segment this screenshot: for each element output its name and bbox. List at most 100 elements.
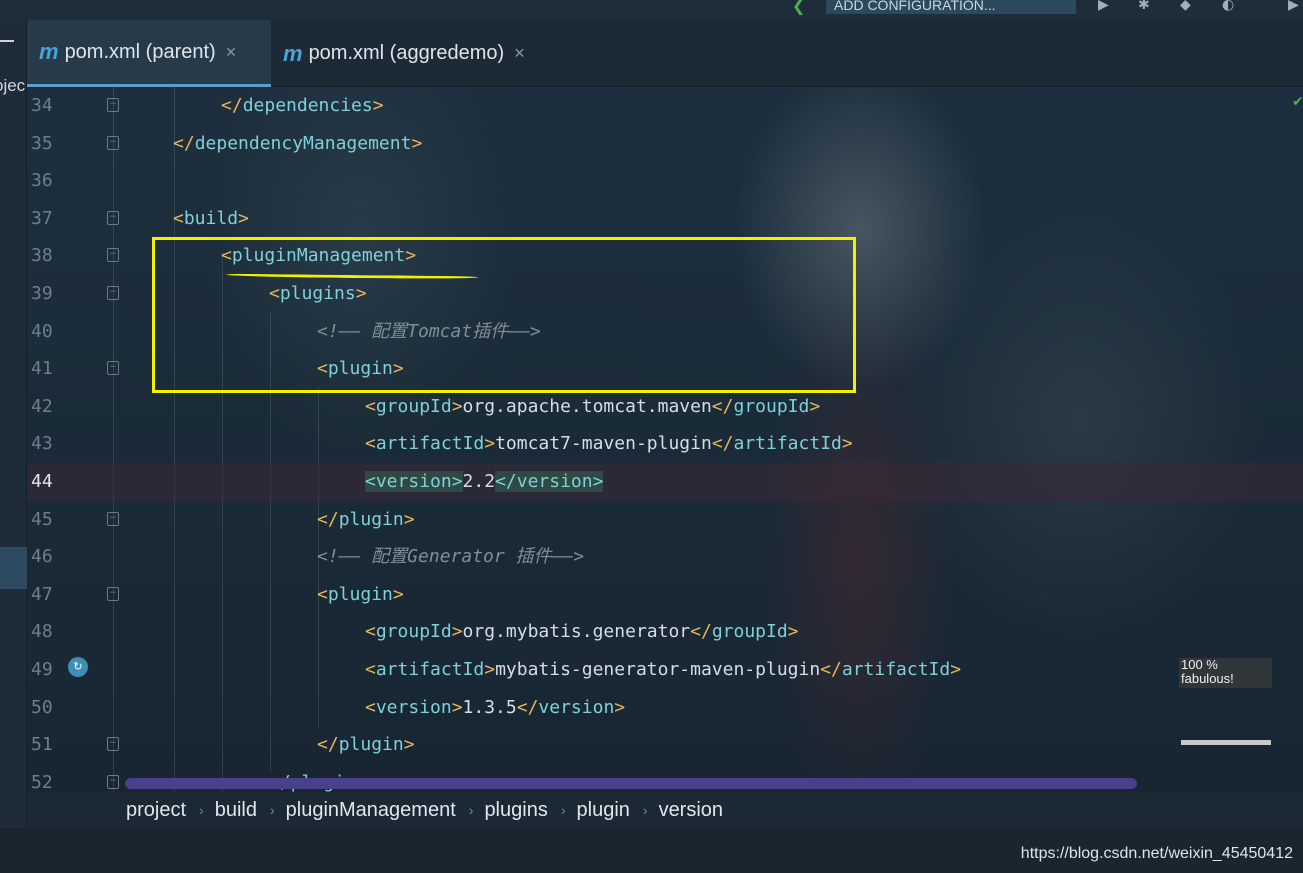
xml-bracket: > [392, 358, 404, 380]
code-line[interactable]: 38 − <pluginManagement> [27, 237, 1303, 275]
code-text[interactable]: <!—— 配置Generator 插件——> [317, 538, 584, 576]
inspection-ok-icon[interactable]: ✔ [1292, 94, 1303, 110]
run-configuration-select[interactable]: ADD CONFIGURATION... [826, 0, 1076, 14]
xml-bracket: > [403, 734, 415, 756]
fold-marker-icon[interactable]: − [107, 286, 119, 300]
code-text[interactable]: <plugin> [317, 350, 404, 388]
line-number: 46 [31, 546, 53, 568]
fold-marker-icon[interactable]: − [107, 511, 119, 526]
code-text[interactable]: <pluginManagement> [221, 237, 416, 275]
code-line[interactable]: 41 − <plugin> [27, 350, 1303, 388]
fold-marker-icon[interactable]: − [107, 98, 119, 112]
line-number: 43 [31, 433, 53, 455]
minimize-icon[interactable] [0, 40, 14, 42]
xml-bracket: > [614, 696, 626, 718]
fold-marker-icon[interactable]: − [107, 586, 119, 601]
code-text[interactable]: <groupId>org.mybatis.generator</groupId> [365, 613, 799, 651]
maven-icon: m [39, 39, 59, 64]
project-tool-window[interactable]: ojec [0, 20, 27, 873]
breadcrumb: project › build › pluginManagement › plugins › p… [27, 792, 1303, 828]
coverage-icon[interactable]: ◆ [1180, 0, 1191, 12]
close-icon[interactable]: × [226, 42, 237, 63]
line-number: 40 [31, 320, 53, 342]
xml-comment: <!—— 配置Tomcat插件——> [317, 320, 541, 342]
line-number: 36 [31, 170, 53, 192]
project-tree-selection[interactable] [0, 547, 27, 589]
code-text[interactable]: <!—— 配置Tomcat插件——> [317, 313, 541, 351]
fold-marker-icon[interactable]: − [107, 361, 119, 376]
build-hammer-icon[interactable]: ❮ [792, 0, 805, 15]
breadcrumb-item-version[interactable]: version [659, 799, 723, 822]
xml-bracket: < [269, 283, 280, 304]
xml-tag-name: artifactId [375, 659, 485, 680]
line-number: 48 [31, 621, 53, 643]
breadcrumb-item-plugin[interactable]: plugin [577, 799, 630, 822]
horizontal-scrollbar[interactable] [125, 778, 1137, 789]
xml-text: org.mybatis.generator [462, 621, 691, 643]
breadcrumb-item-project[interactable]: project [126, 799, 186, 822]
code-line[interactable]: 46 <!—— 配置Generator 插件——> [27, 538, 1303, 576]
xml-tag-name: version [375, 696, 452, 718]
code-text[interactable]: <plugins> [269, 275, 367, 313]
xml-bracket: > [403, 508, 415, 530]
fold-marker-icon[interactable]: − [107, 248, 119, 263]
fold-marker-icon[interactable]: − [107, 135, 119, 150]
breadcrumb-item-build[interactable]: build [215, 799, 257, 822]
tab-pom-aggredemo[interactable]: m pom.xml (aggredemo) × [271, 20, 561, 87]
code-line[interactable]: 45 − </plugin> [27, 501, 1303, 539]
xml-tag-name: groupId [375, 395, 452, 417]
code-line[interactable]: 39 − <plugins> [27, 275, 1303, 313]
close-icon[interactable]: × [514, 43, 525, 64]
code-text[interactable]: <artifactId>tomcat7-maven-plugin</artifa… [365, 425, 853, 463]
profile-icon[interactable]: ◐ [1222, 0, 1234, 12]
code-text[interactable]: <plugin> [317, 576, 404, 614]
code-line[interactable]: 34 − </dependencies> [27, 87, 1303, 125]
breadcrumb-item-pluginmanagement[interactable]: pluginManagement [286, 799, 456, 822]
code-line[interactable]: 51 − </plugin> [27, 726, 1303, 764]
run-icon[interactable]: ▶ [1098, 0, 1109, 12]
code-line[interactable]: 50 <version>1.3.5</version> [27, 689, 1303, 727]
code-text[interactable]: <version>2.2</version> [365, 463, 604, 501]
code-line[interactable]: 36 [27, 162, 1303, 200]
xml-bracket: </ [516, 696, 539, 718]
code-text[interactable]: <build> [173, 200, 249, 238]
code-line[interactable]: 40 <!—— 配置Tomcat插件——> [27, 313, 1303, 351]
code-text[interactable]: <artifactId>mybatis-generator-maven-plug… [365, 651, 961, 689]
code-line[interactable]: 43 <artifactId>tomcat7-maven-plugin</arti… [27, 425, 1303, 463]
line-number: 39 [31, 283, 53, 304]
code-line[interactable]: 47 − <plugin> [27, 576, 1303, 614]
watermark-text: https://blog.csdn.net/weixin_45450412 [1020, 845, 1293, 862]
xml-bracket: > [392, 583, 404, 605]
xml-bracket: > [451, 621, 463, 643]
code-text[interactable]: </plugin> [317, 501, 415, 539]
zoom-slider-bar[interactable] [1181, 740, 1271, 745]
line-number: 52 [31, 771, 53, 792]
debug-icon[interactable]: ✱ [1138, 0, 1150, 12]
code-line[interactable]: 48 <groupId>org.mybatis.generator</groupI… [27, 613, 1303, 651]
code-line[interactable]: 44 <version>2.2</version> [27, 463, 1303, 501]
more-run-icon[interactable]: ▶ [1288, 0, 1299, 12]
xml-tag-name: dependencyManagement [194, 132, 412, 154]
maven-plugin-gutter-icon[interactable]: ↻ [68, 657, 88, 677]
code-line[interactable]: 42 <groupId>org.apache.tomcat.maven</grou… [27, 388, 1303, 426]
fold-marker-icon[interactable]: − [107, 737, 119, 752]
fold-marker-icon[interactable]: − [107, 210, 119, 225]
xml-tag-name: artifactId [375, 433, 485, 455]
xml-bracket: > [451, 696, 463, 718]
code-text[interactable]: <version>1.3.5</version> [365, 689, 625, 727]
code-line[interactable]: 35 − </dependencyManagement> [27, 125, 1303, 163]
code-text[interactable]: </plugin> [317, 726, 415, 764]
xml-bracket: > [484, 659, 496, 680]
code-line[interactable]: 37 − <build> [27, 200, 1303, 238]
code-line[interactable]: 49 <artifactId>mybatis-generator-maven-pl… [27, 651, 1303, 689]
code-text[interactable]: </dependencyManagement> [173, 125, 422, 163]
code-text[interactable]: <groupId>org.apache.tomcat.maven</groupI… [365, 388, 820, 426]
fold-marker-icon[interactable]: − [107, 774, 119, 789]
tab-pom-parent[interactable]: m pom.xml (parent) × [27, 20, 271, 87]
code-editor[interactable]: 34− </dependencies> 35− </dependencyManagem… [27, 87, 1303, 792]
breadcrumb-item-plugins[interactable]: plugins [484, 799, 547, 822]
xml-bracket: </ [711, 395, 734, 417]
xml-bracket: < [365, 471, 376, 492]
line-number: 50 [31, 696, 53, 718]
code-text[interactable]: </dependencies> [221, 87, 384, 125]
